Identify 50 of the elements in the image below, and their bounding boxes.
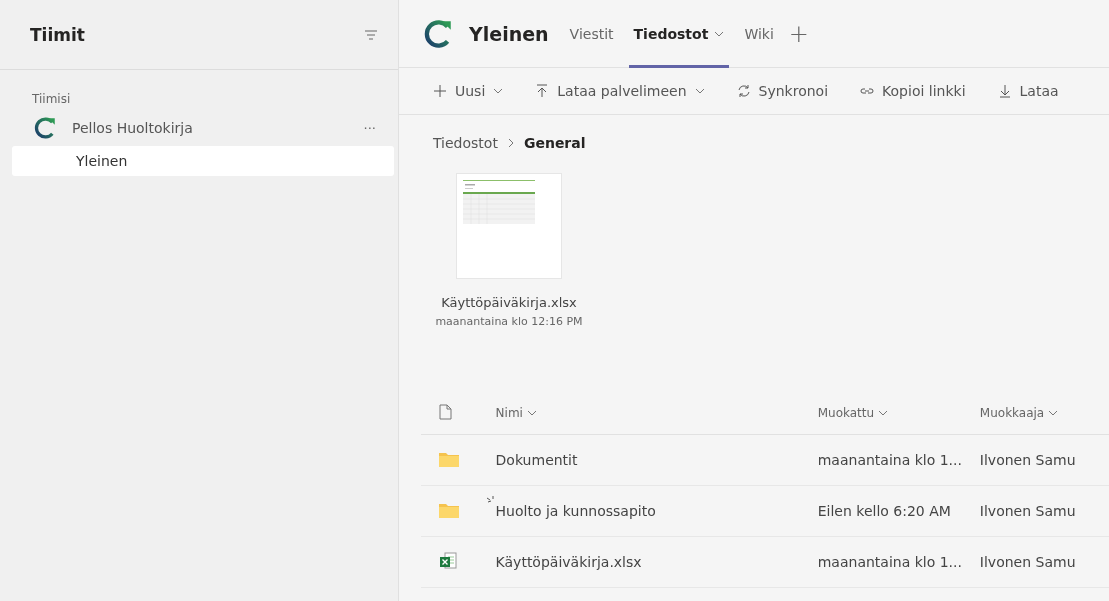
toolbar-button[interactable]: Uusi (433, 83, 504, 99)
column-header[interactable]: Muokattu (817, 406, 889, 420)
modified-date: maanantaina klo 1... (817, 452, 962, 468)
chevron-down-icon (714, 30, 725, 37)
chevron-down-icon (526, 410, 537, 416)
breadcrumb-item[interactable]: Tiedostot (433, 135, 498, 151)
tab[interactable]: Viestit (564, 0, 619, 68)
modified-date: maanantaina klo 1... (817, 554, 962, 570)
tab[interactable]: Tiedostot (628, 0, 730, 68)
breadcrumb-item: General (523, 135, 586, 151)
file-name[interactable]: Käyttöpäiväkirja.xlsx (495, 554, 642, 570)
channel-title: Yleinen (469, 22, 549, 45)
editor-name: Ilvonen Samu (979, 503, 1076, 519)
spreadsheet-file-icon (439, 551, 457, 570)
chevron-right-icon (507, 138, 514, 148)
toolbar-button[interactable]: Lataa palvelimeen (535, 83, 705, 99)
sync-icon (736, 84, 751, 98)
channel-item[interactable]: Yleinen (12, 146, 394, 176)
spreadsheet-thumbnail[interactable] (456, 173, 562, 279)
toolbar-button[interactable]: Lataa (997, 83, 1059, 99)
editor-name: Ilvonen Samu (979, 554, 1076, 570)
folder-icon (439, 501, 459, 518)
new-item-icon (486, 496, 494, 503)
plus-icon (433, 84, 447, 98)
file-name[interactable]: Käyttöpäiväkirja.xlsx (441, 295, 577, 310)
editor-name: Ilvonen Samu (979, 452, 1076, 468)
file-type-icon (439, 403, 452, 420)
chevron-down-icon (1048, 410, 1059, 416)
section-label: Tiimisi (32, 92, 72, 106)
chevron-down-icon (493, 88, 504, 94)
sidebar-title: Tiimit (30, 24, 85, 45)
toolbar-button[interactable]: Kopioi linkki (860, 83, 966, 99)
folder-icon (439, 450, 459, 467)
tab[interactable]: Wiki (739, 0, 779, 68)
modified-date: Eilen kello 6:20 AM (817, 503, 951, 519)
download-icon (997, 84, 1012, 98)
team-name[interactable]: Pellos Huoltokirja (72, 120, 364, 136)
chevron-down-icon (694, 88, 705, 94)
toolbar-button[interactable]: Synkronoi (736, 83, 829, 99)
filter-icon[interactable] (364, 28, 378, 41)
column-header[interactable]: Nimi (495, 406, 537, 420)
team-logo-icon (32, 115, 58, 141)
column-header[interactable]: Muokkaaja (979, 406, 1059, 420)
file-name[interactable]: Dokumentit (495, 452, 578, 468)
chevron-down-icon (878, 410, 889, 416)
file-date: maanantaina klo 12:16 PM (435, 315, 583, 328)
upload-icon (535, 84, 550, 98)
file-name[interactable]: Huolto ja kunnossapito (495, 503, 656, 519)
add-tab-button[interactable]: + (788, 19, 809, 48)
more-options-button[interactable]: ··· (363, 120, 376, 136)
